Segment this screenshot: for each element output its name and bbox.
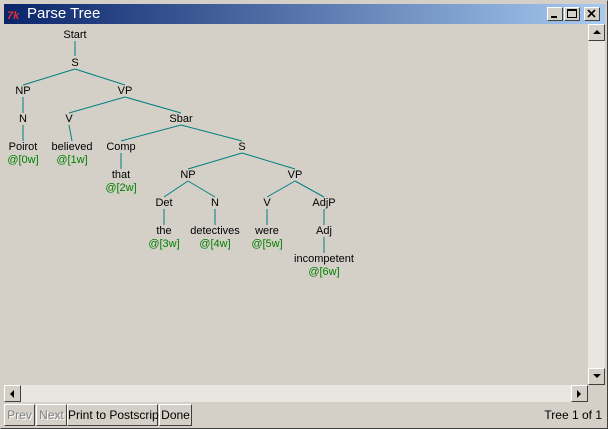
leaf-believed[interactable]: believed bbox=[52, 141, 93, 153]
maximize-button[interactable] bbox=[564, 7, 580, 21]
tree-labels: Start S NP VP N V Sbar Poirot believed C… bbox=[9, 29, 354, 265]
scrollbar-corner bbox=[588, 385, 605, 402]
tree-counter: Tree 1 of 1 bbox=[544, 408, 602, 422]
leaf-incompetent[interactable]: incompetent bbox=[294, 253, 354, 265]
scroll-right-button[interactable] bbox=[571, 385, 588, 402]
node-v-embedded[interactable]: V bbox=[263, 197, 271, 209]
tree-canvas[interactable]: Start S NP VP N V Sbar Poirot believed C… bbox=[4, 24, 588, 385]
node-adj[interactable]: Adj bbox=[316, 225, 332, 237]
close-button[interactable] bbox=[584, 7, 600, 21]
vertical-scrollbar[interactable] bbox=[588, 24, 605, 385]
maximize-icon bbox=[567, 9, 577, 18]
horizontal-scrollbar[interactable] bbox=[4, 385, 588, 402]
node-np[interactable]: NP bbox=[15, 85, 30, 97]
button-bar: Prev Next Print to Postscript Done Tree … bbox=[4, 403, 605, 427]
next-button[interactable]: Next bbox=[36, 404, 67, 426]
minimize-icon bbox=[551, 16, 557, 18]
node-s[interactable]: S bbox=[71, 57, 78, 69]
node-s-embedded[interactable]: S bbox=[238, 141, 245, 153]
leaf-poirot[interactable]: Poirot bbox=[9, 141, 38, 153]
parse-tree-window: 7k Parse Tree Start S NP VP N V Sbar Poi… bbox=[0, 0, 608, 429]
node-vp-embedded[interactable]: VP bbox=[288, 169, 303, 181]
node-sbar[interactable]: Sbar bbox=[169, 113, 193, 125]
index-3: @[3w] bbox=[148, 238, 179, 250]
print-postscript-button[interactable]: Print to Postscript bbox=[67, 404, 162, 426]
leaf-were[interactable]: were bbox=[254, 225, 279, 237]
node-n[interactable]: N bbox=[19, 113, 27, 125]
minimize-button[interactable] bbox=[547, 7, 563, 21]
arrow-down-icon bbox=[593, 374, 601, 378]
node-v[interactable]: V bbox=[65, 113, 73, 125]
leaf-detectives[interactable]: detectives bbox=[190, 225, 240, 237]
parse-tree-diagram: Start S NP VP N V Sbar Poirot believed C… bbox=[7, 29, 354, 278]
node-np-embedded[interactable]: NP bbox=[180, 169, 195, 181]
node-n-embedded[interactable]: N bbox=[211, 197, 219, 209]
node-adjp[interactable]: AdjP bbox=[312, 197, 335, 209]
index-6: @[6w] bbox=[308, 266, 339, 278]
svg-text:7k: 7k bbox=[7, 10, 20, 22]
index-4: @[4w] bbox=[199, 238, 230, 250]
index-1: @[1w] bbox=[56, 154, 87, 166]
scroll-left-button[interactable] bbox=[4, 385, 21, 402]
scroll-up-button[interactable] bbox=[588, 24, 605, 41]
tk-feather-icon: 7k bbox=[7, 10, 20, 22]
node-start[interactable]: Start bbox=[63, 29, 86, 41]
arrow-up-icon bbox=[593, 30, 601, 34]
arrow-left-icon bbox=[10, 390, 14, 398]
window-title: Parse Tree bbox=[27, 5, 101, 22]
title-bar[interactable]: 7k Parse Tree bbox=[4, 4, 605, 24]
done-button[interactable]: Done bbox=[159, 404, 192, 426]
scroll-down-button[interactable] bbox=[588, 368, 605, 385]
node-vp[interactable]: VP bbox=[118, 85, 133, 97]
leaf-the[interactable]: the bbox=[156, 225, 171, 237]
index-0: @[0w] bbox=[7, 154, 38, 166]
tree-view: Start S NP VP N V Sbar Poirot believed C… bbox=[4, 24, 605, 402]
index-5: @[5w] bbox=[251, 238, 282, 250]
arrow-right-icon bbox=[577, 390, 581, 398]
index-2: @[2w] bbox=[105, 182, 136, 194]
node-det[interactable]: Det bbox=[155, 197, 172, 209]
leaf-that[interactable]: that bbox=[112, 169, 130, 181]
prev-button[interactable]: Prev bbox=[4, 404, 35, 426]
close-icon bbox=[587, 9, 596, 18]
node-comp[interactable]: Comp bbox=[106, 141, 135, 153]
